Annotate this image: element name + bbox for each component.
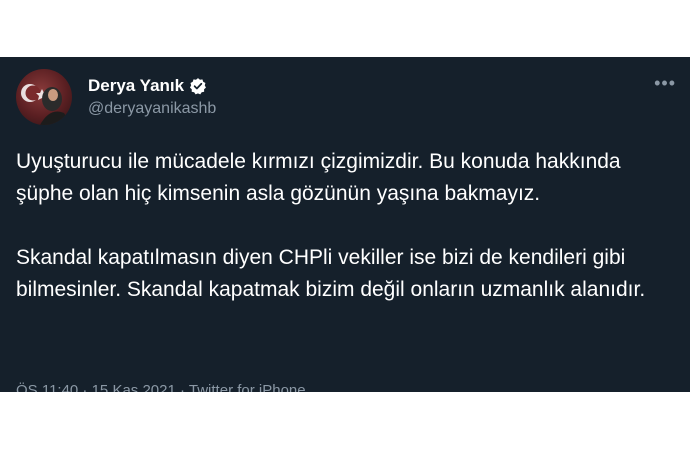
display-name[interactable]: Derya Yanık xyxy=(88,76,184,96)
tweet-paragraph: Skandal kapatılmasın diyen CHPli vekille… xyxy=(16,246,646,301)
verified-badge-icon xyxy=(190,78,207,95)
tweet-timestamp[interactable]: ÖS 11:40 · 15 Kas 2021 · Twitter for iPh… xyxy=(16,382,306,392)
avatar-photo-icon xyxy=(21,84,72,125)
user-handle[interactable]: @deryayanikashb xyxy=(88,100,216,118)
tweet-text: Uyuşturucu ile mücadele kırmızı çizgimiz… xyxy=(16,146,676,306)
name-row: Derya Yanık xyxy=(88,76,207,96)
tweet-card: Derya Yanık @deryayanikashb ••• Uyuşturu… xyxy=(0,57,690,392)
more-options-icon[interactable]: ••• xyxy=(654,73,676,94)
tweet-paragraph: Uyuşturucu ile mücadele kırmızı çizgimiz… xyxy=(16,150,621,205)
avatar[interactable] xyxy=(16,69,72,125)
